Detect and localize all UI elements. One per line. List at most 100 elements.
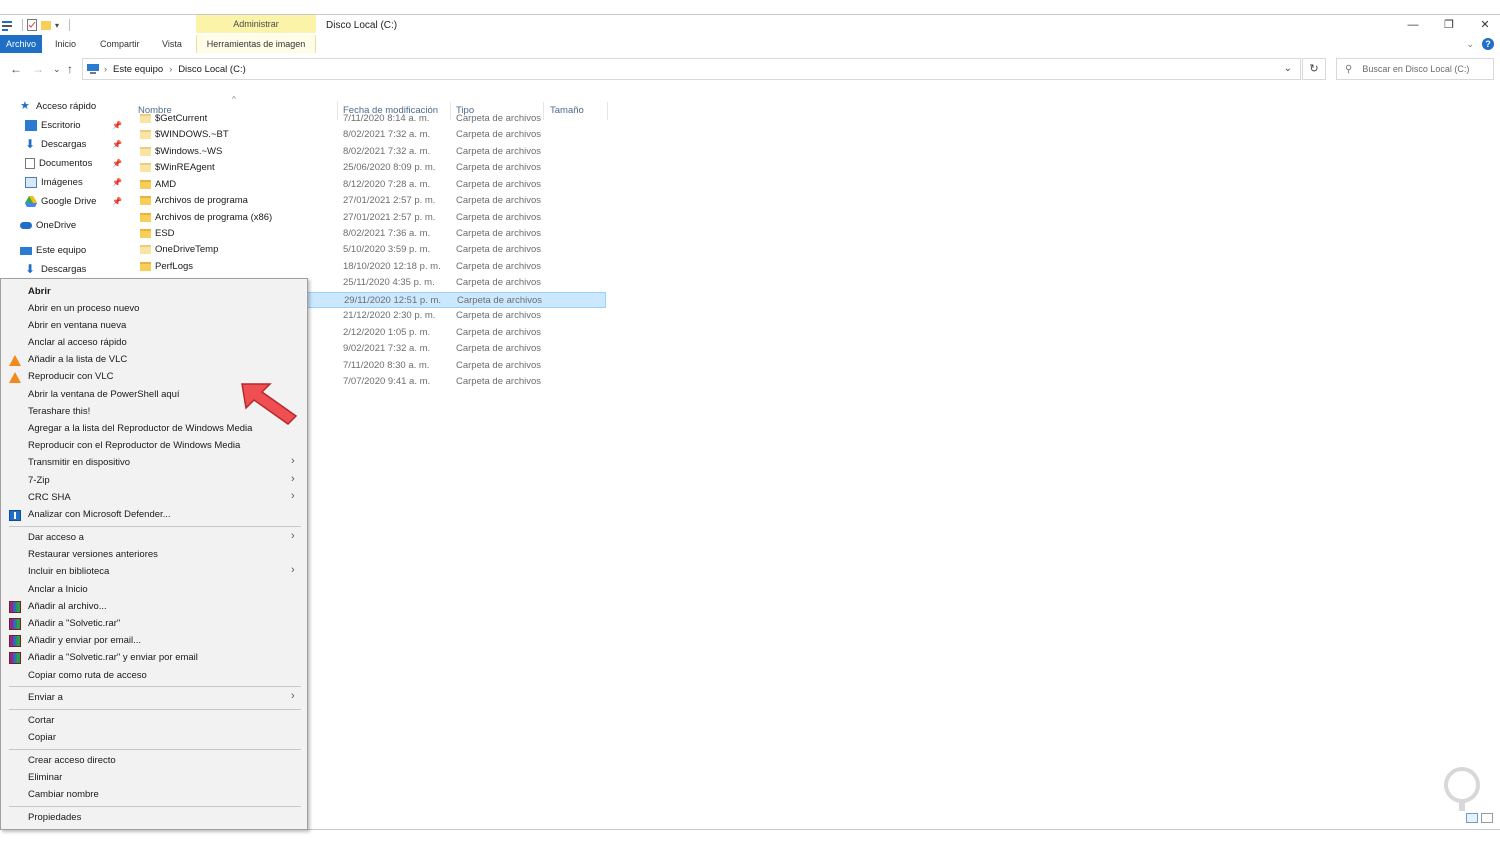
- menu-cortar[interactable]: Cortar: [28, 715, 54, 726]
- context-tab-group-label: Administrar: [196, 15, 316, 33]
- menu-cambiar-nombre[interactable]: Cambiar nombre: [28, 789, 99, 800]
- menu-propiedades[interactable]: Propiedades: [28, 812, 81, 823]
- nav-descargas-pc[interactable]: ⬇ Descargas: [25, 262, 86, 276]
- recent-dropdown-icon[interactable]: ⌄: [53, 64, 61, 75]
- window-title: Disco Local (C:): [326, 20, 398, 31]
- breadcrumb-disco-local[interactable]: Disco Local (C:): [178, 64, 246, 75]
- nav-descargas[interactable]: ⬇ Descargas: [25, 137, 86, 151]
- menu-analizar-defender[interactable]: Analizar con Microsoft Defender...: [28, 509, 171, 520]
- tab-inicio[interactable]: Inicio: [55, 35, 76, 53]
- chevron-right-icon: ›: [291, 530, 295, 542]
- column-divider[interactable]: [607, 102, 608, 120]
- qat-divider: [22, 19, 23, 31]
- nav-este-equipo[interactable]: Este equipo: [20, 245, 86, 256]
- large-icons-view-icon[interactable]: [1481, 813, 1493, 823]
- new-folder-icon[interactable]: [41, 19, 51, 31]
- menu-abrir-powershell[interactable]: Abrir la ventana de PowerShell aquí: [28, 389, 180, 400]
- menu-restaurar-versiones[interactable]: Restaurar versiones anteriores: [28, 549, 158, 560]
- vlc-icon: [9, 372, 21, 383]
- up-arrow-icon[interactable]: ↑: [67, 62, 73, 76]
- google-drive-icon: [25, 196, 37, 207]
- file-row[interactable]: Archivos de programa 27/01/2021 2:57 p. m…: [136, 193, 606, 209]
- close-button[interactable]: ✕: [1470, 17, 1500, 33]
- winrar-icon: [9, 618, 21, 630]
- details-view-icon[interactable]: [1466, 813, 1478, 823]
- menu-abrir[interactable]: Abrir: [28, 286, 51, 297]
- red-pointer-arrow-icon: [241, 383, 298, 425]
- menu-abrir-ventana-nueva[interactable]: Abrir en ventana nueva: [28, 320, 126, 331]
- properties-icon[interactable]: [27, 19, 37, 31]
- menu-separator: [9, 709, 301, 710]
- this-pc-icon: [87, 64, 99, 74]
- explorer-icon[interactable]: [2, 19, 12, 31]
- expand-ribbon-icon[interactable]: ⌄: [1466, 39, 1474, 50]
- tab-herramientas-imagen[interactable]: Herramientas de imagen: [196, 35, 316, 53]
- file-row[interactable]: $GetCurrent 7/11/2020 8:14 a. m. Carpeta d…: [136, 111, 606, 127]
- menu-terashare[interactable]: Terashare this!: [28, 406, 90, 417]
- qat-dropdown-icon[interactable]: ▾: [55, 21, 59, 30]
- nav-documentos[interactable]: Documentos: [25, 158, 92, 169]
- menu-anclar-acceso-rapido[interactable]: Anclar al acceso rápido: [28, 337, 127, 348]
- download-icon: ⬇: [25, 262, 36, 276]
- file-row[interactable]: AMD 8/12/2020 7:28 a. m. Carpeta de archiv…: [136, 177, 606, 193]
- menu-anadir-solvetic-email[interactable]: Añadir a "Solvetic.rar" y enviar por ema…: [28, 652, 198, 663]
- refresh-button[interactable]: ↻: [1302, 58, 1326, 80]
- download-icon: ⬇: [25, 137, 36, 151]
- breadcrumb-este-equipo[interactable]: Este equipo: [113, 64, 163, 75]
- nav-imagenes[interactable]: Imágenes: [25, 177, 83, 188]
- chevron-right-icon[interactable]: ›: [169, 64, 172, 74]
- minimize-button[interactable]: —: [1398, 17, 1428, 33]
- search-icon: ⚲: [1345, 63, 1353, 75]
- menu-copiar-ruta[interactable]: Copiar como ruta de acceso: [28, 670, 147, 681]
- nav-onedrive[interactable]: OneDrive: [20, 220, 76, 231]
- file-row[interactable]: ESD 8/02/2021 7:36 a. m. Carpeta de archiv…: [136, 226, 606, 242]
- help-icon[interactable]: ?: [1482, 38, 1494, 50]
- file-row[interactable]: OneDriveTemp 5/10/2020 3:59 p. m. Carpeta …: [136, 242, 606, 258]
- file-row[interactable]: PerfLogs 18/10/2020 12:18 p. m. Carpeta de…: [136, 259, 606, 275]
- nav-escritorio[interactable]: Escritorio: [25, 120, 81, 131]
- menu-copiar[interactable]: Copiar: [28, 732, 56, 743]
- restore-button[interactable]: ❐: [1434, 17, 1464, 33]
- nav-acceso-rapido[interactable]: ★ Acceso rápido: [20, 101, 96, 113]
- address-dropdown-icon[interactable]: ⌄: [1284, 63, 1292, 74]
- file-row[interactable]: Archivos de programa (x86) 27/01/2021 2:5…: [136, 210, 606, 226]
- qat-divider: [69, 19, 71, 31]
- file-row[interactable]: $Windows.~WS 8/02/2021 7:32 a. m. Carpeta …: [136, 144, 606, 160]
- menu-anadir-enviar-email[interactable]: Añadir y enviar por email...: [28, 635, 141, 646]
- chevron-right-icon[interactable]: ›: [104, 64, 107, 74]
- menu-reproducir-vlc[interactable]: Reproducir con VLC: [28, 371, 114, 382]
- sort-ascending-icon: ^: [232, 95, 236, 104]
- menu-anadir-lista-vlc[interactable]: Añadir a la lista de VLC: [28, 354, 127, 365]
- address-row: ← → ⌄ ↑ › Este equipo › Disco Local (C:)…: [0, 58, 1500, 82]
- menu-separator: [9, 806, 301, 807]
- pin-icon: 📌: [112, 197, 122, 206]
- file-row[interactable]: $WinREAgent 25/06/2020 8:09 p. m. Carpeta …: [136, 160, 606, 176]
- search-input[interactable]: ⚲ Buscar en Disco Local (C:): [1336, 58, 1494, 80]
- address-bar[interactable]: › Este equipo › Disco Local (C:) ⌄: [82, 58, 1301, 80]
- menu-7zip[interactable]: 7-Zip: [28, 475, 50, 486]
- menu-eliminar[interactable]: Eliminar: [28, 772, 62, 783]
- tab-archivo[interactable]: Archivo: [0, 35, 42, 53]
- menu-anadir-archivo[interactable]: Añadir al archivo...: [28, 601, 107, 612]
- tab-vista[interactable]: Vista: [162, 35, 182, 53]
- menu-reproducir-wmp[interactable]: Reproducir con el Reproductor de Windows…: [28, 440, 240, 451]
- menu-agregar-lista-wmp[interactable]: Agregar a la lista del Reproductor de Wi…: [28, 423, 252, 434]
- menu-anclar-inicio[interactable]: Anclar a Inicio: [28, 584, 88, 595]
- menu-transmitir-dispositivo[interactable]: Transmitir en dispositivo: [28, 457, 130, 468]
- nav-google-drive[interactable]: Google Drive: [25, 196, 96, 207]
- tab-compartir[interactable]: Compartir: [100, 35, 140, 53]
- menu-dar-acceso[interactable]: Dar acceso a: [28, 532, 84, 543]
- desktop-icon: [25, 120, 37, 131]
- file-row[interactable]: $WINDOWS.~BT 8/02/2021 7:32 a. m. Carpeta …: [136, 127, 606, 143]
- menu-separator: [9, 526, 301, 527]
- menu-crear-acceso-directo[interactable]: Crear acceso directo: [28, 755, 116, 766]
- chevron-right-icon: ›: [291, 690, 295, 702]
- ribbon-right-controls: ⌄ ?: [1466, 38, 1494, 50]
- menu-abrir-proceso-nuevo[interactable]: Abrir en un proceso nuevo: [28, 303, 139, 314]
- menu-anadir-solvetic-rar[interactable]: Añadir a "Solvetic.rar": [28, 618, 120, 629]
- back-arrow-icon[interactable]: ←: [10, 62, 22, 76]
- menu-enviar-a[interactable]: Enviar a: [28, 692, 63, 703]
- menu-incluir-biblioteca[interactable]: Incluir en biblioteca: [28, 566, 109, 577]
- menu-crc-sha[interactable]: CRC SHA: [28, 492, 71, 503]
- forward-arrow-icon[interactable]: →: [32, 62, 44, 76]
